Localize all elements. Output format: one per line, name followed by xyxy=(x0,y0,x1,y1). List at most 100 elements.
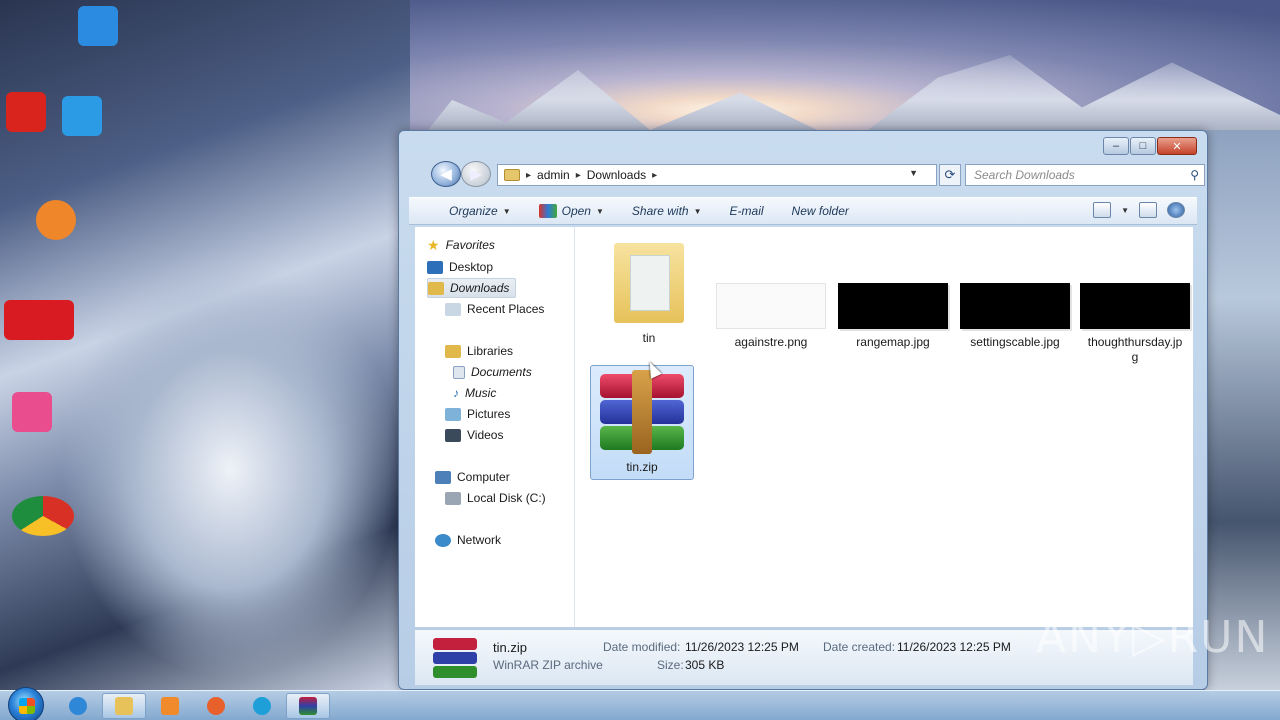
taskbar xyxy=(0,687,1280,720)
start-button[interactable] xyxy=(8,687,44,720)
file-item[interactable]: settingscable.jpg xyxy=(960,283,1070,350)
change-view-icon[interactable] xyxy=(1093,202,1112,218)
desktop-icon-1[interactable] xyxy=(78,6,118,46)
taskbar-ie[interactable] xyxy=(56,693,100,719)
desktop-icon-2[interactable] xyxy=(6,92,46,132)
nav-favorites[interactable]: ★ Favorites xyxy=(427,235,495,255)
refresh-button[interactable]: ⟳ xyxy=(939,164,961,186)
date-created-value: 11/26/2023 12:25 PM xyxy=(897,640,1011,654)
file-list: tin againstre.png rangemap.jpg settingsc… xyxy=(576,227,1193,627)
image-thumbnail xyxy=(960,283,1070,329)
nav-music-label: Music xyxy=(465,386,497,400)
address-dropdown-icon[interactable]: ▼ xyxy=(909,168,918,178)
file-name: thoughthursday.jpg xyxy=(1087,335,1183,364)
search-input[interactable]: Search Downloads ⚲ xyxy=(965,164,1205,186)
share-with-label: Share with xyxy=(631,204,689,218)
nav-libraries-label: Libraries xyxy=(467,344,514,358)
search-icon[interactable]: ⚲ xyxy=(1190,168,1199,182)
desktop-icon-6[interactable] xyxy=(12,392,52,432)
file-name: againstre.png xyxy=(734,335,808,349)
size-value: 305 KB xyxy=(685,658,725,672)
email-button[interactable]: E-mail xyxy=(716,197,778,225)
file-item[interactable]: thoughthursday.jpg xyxy=(1080,283,1190,365)
taskbar-media[interactable] xyxy=(148,693,192,719)
image-thumbnail xyxy=(716,283,826,329)
file-name: tin xyxy=(642,331,656,345)
nav-recent-places[interactable]: Recent Places xyxy=(445,299,544,319)
details-file-type: WinRAR ZIP archive xyxy=(493,658,603,672)
computer-icon xyxy=(435,470,451,484)
chevron-down-icon: ▼ xyxy=(693,206,702,216)
share-with-button[interactable]: Share with ▼ xyxy=(618,197,716,225)
help-icon[interactable] xyxy=(1167,202,1185,218)
close-button[interactable]: ✕ xyxy=(1157,137,1197,155)
address-bar[interactable]: ▸ admin ▸ Downloads ▸ ▼ xyxy=(497,164,937,186)
taskbar-winrar[interactable] xyxy=(286,693,330,719)
main-pane: ★ Favorites Desktop Downloads Recent Plac… xyxy=(415,227,1193,627)
date-created-label: Date created: xyxy=(823,640,896,654)
organize-button[interactable]: Organize ▼ xyxy=(435,197,525,225)
nav-computer-label: Computer xyxy=(457,470,510,484)
winrar-icon xyxy=(299,697,317,715)
nav-pictures[interactable]: Pictures xyxy=(445,404,510,424)
chevron-down-icon[interactable]: ▼ xyxy=(1121,206,1129,215)
preview-pane-icon[interactable] xyxy=(1139,202,1157,218)
desktop-icon-firefox[interactable] xyxy=(36,200,76,240)
nav-music[interactable]: ♪ Music xyxy=(453,383,496,403)
taskbar-edge[interactable] xyxy=(240,693,284,719)
file-item[interactable]: tin xyxy=(594,235,704,346)
image-thumbnail xyxy=(838,283,948,329)
date-modified-label: Date modified: xyxy=(603,640,681,654)
taskbar-firefox[interactable] xyxy=(194,693,238,719)
nav-documents[interactable]: Documents xyxy=(453,362,532,382)
command-bar: Organize ▼ Open ▼ Share with ▼ E-mail New f… xyxy=(409,197,1197,225)
winrar-archive-icon xyxy=(433,638,477,680)
hard-disk-icon xyxy=(445,491,461,505)
maximize-button[interactable]: □ xyxy=(1130,137,1156,155)
navigation-pane: ★ Favorites Desktop Downloads Recent Plac… xyxy=(415,227,575,627)
forward-arrow-icon: ▶ xyxy=(470,166,482,183)
chevron-down-icon: ▼ xyxy=(595,206,604,216)
minimize-button[interactable]: – xyxy=(1103,137,1129,155)
forward-button[interactable]: ▶ xyxy=(461,161,491,187)
breadcrumb-admin[interactable]: admin xyxy=(537,168,570,182)
nav-network[interactable]: Network xyxy=(435,530,501,550)
documents-icon xyxy=(453,365,465,379)
file-name: settingscable.jpg xyxy=(970,335,1060,349)
firefox-icon xyxy=(207,697,225,715)
folder-icon xyxy=(504,169,520,181)
music-icon: ♪ xyxy=(453,386,459,400)
recent-places-icon xyxy=(445,302,461,316)
nav-computer[interactable]: Computer xyxy=(435,467,510,487)
downloads-folder-icon xyxy=(428,281,444,295)
file-item[interactable]: rangemap.jpg xyxy=(838,283,948,350)
view-controls: ▼ xyxy=(1093,202,1185,218)
nav-recent-places-label: Recent Places xyxy=(467,302,545,316)
back-button[interactable]: ◀ xyxy=(431,161,461,187)
back-arrow-icon: ◀ xyxy=(440,166,452,183)
file-item-selected[interactable]: tin.zip xyxy=(590,365,694,480)
nav-videos[interactable]: Videos xyxy=(445,425,503,445)
nav-local-disk[interactable]: Local Disk (C:) xyxy=(445,488,546,508)
new-folder-button[interactable]: New folder xyxy=(778,197,863,225)
network-icon xyxy=(435,533,451,547)
desktop-icon xyxy=(427,260,443,274)
nav-desktop[interactable]: Desktop xyxy=(427,257,493,277)
nav-downloads[interactable]: Downloads xyxy=(427,278,517,298)
videos-icon xyxy=(445,428,461,442)
nav-desktop-label: Desktop xyxy=(449,260,494,274)
taskbar-explorer[interactable] xyxy=(102,693,146,719)
internet-explorer-icon xyxy=(69,697,87,715)
open-button[interactable]: Open ▼ xyxy=(525,197,618,225)
winrar-archive-icon xyxy=(596,370,688,454)
file-item[interactable]: againstre.png xyxy=(716,283,826,350)
desktop-icon-3[interactable] xyxy=(62,96,102,136)
desktop-icon-chrome[interactable] xyxy=(12,496,74,536)
folder-icon xyxy=(614,235,684,325)
breadcrumb-separator: ▸ xyxy=(526,169,532,181)
desktop-icon-5[interactable] xyxy=(4,300,74,340)
nav-libraries[interactable]: Libraries xyxy=(445,341,513,361)
caption-buttons: – □ ✕ xyxy=(1102,137,1197,155)
breadcrumb-downloads[interactable]: Downloads xyxy=(587,168,646,182)
pictures-icon xyxy=(445,407,461,421)
